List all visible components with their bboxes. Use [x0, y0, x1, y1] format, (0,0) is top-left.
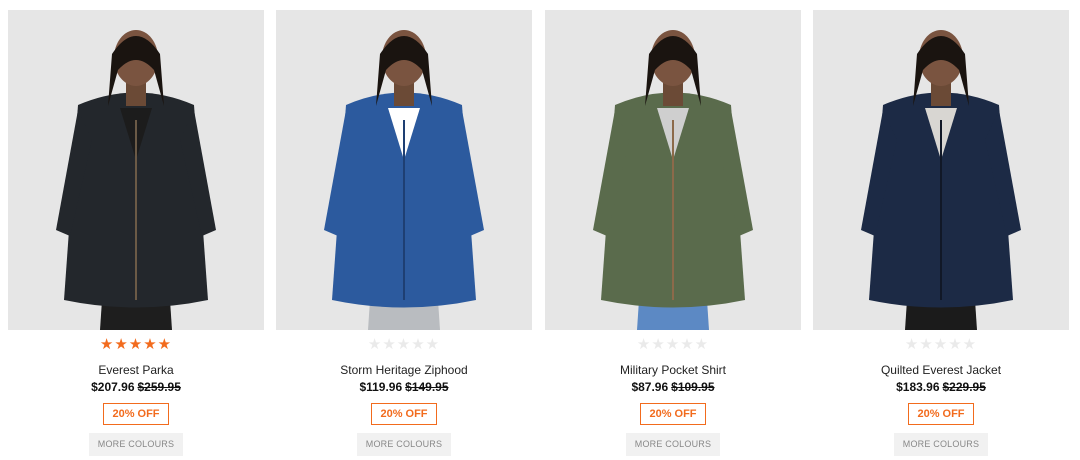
product-name[interactable]: Everest Parka	[8, 363, 264, 377]
star-icon: ★	[382, 336, 397, 353]
sale-price: $207.96	[91, 380, 135, 394]
rating-stars: ★★★★★	[545, 337, 801, 353]
rating-stars: ★★★★★	[8, 337, 264, 353]
discount-badge: 20% OFF	[908, 403, 974, 425]
product-image[interactable]	[545, 10, 801, 330]
rating-stars: ★★★★★	[276, 337, 532, 353]
product-price: $119.96 $149.95	[276, 380, 532, 394]
product-name[interactable]: Storm Heritage Ziphood	[276, 363, 532, 377]
product-price: $183.96 $229.95	[813, 380, 1069, 394]
more-colours-button[interactable]: MORE COLOURS	[625, 433, 721, 456]
product-name[interactable]: Military Pocket Shirt	[545, 363, 801, 377]
product-card[interactable]: ★★★★★ Storm Heritage Ziphood $119.96 $149…	[276, 10, 532, 460]
model-illustration	[861, 30, 1021, 330]
product-image[interactable]	[813, 10, 1069, 330]
star-icon: ★	[425, 336, 441, 353]
product-card[interactable]: ★★★★★ Everest Parka $207.96 $259.95 20% O…	[8, 10, 264, 460]
star-icon: ★	[919, 336, 934, 353]
star-icon: ★	[99, 336, 115, 353]
product-card[interactable]: ★★★★★ Military Pocket Shirt $87.96 $109.9…	[545, 10, 801, 460]
discount-badge: 20% OFF	[640, 403, 706, 425]
more-colours-button[interactable]: MORE COLOURS	[356, 433, 452, 456]
sale-price: $119.96	[359, 380, 403, 394]
discount-badge: 20% OFF	[371, 403, 437, 425]
star-icon: ★	[665, 336, 681, 353]
star-icon: ★	[933, 336, 949, 353]
model-illustration	[56, 30, 216, 330]
star-icon: ★	[367, 336, 383, 353]
original-price: $259.95	[137, 380, 181, 394]
star-icon: ★	[411, 336, 426, 353]
star-icon: ★	[651, 336, 666, 353]
product-grid: ★★★★★ Everest Parka $207.96 $259.95 20% O…	[0, 0, 1080, 460]
rating-stars: ★★★★★	[813, 337, 1069, 353]
star-icon: ★	[157, 336, 173, 353]
star-icon: ★	[694, 336, 710, 353]
star-icon: ★	[636, 336, 652, 353]
product-price: $207.96 $259.95	[8, 380, 264, 394]
product-image[interactable]	[276, 10, 532, 330]
star-icon: ★	[680, 336, 695, 353]
star-icon: ★	[962, 336, 978, 353]
original-price: $149.95	[405, 380, 449, 394]
star-icon: ★	[396, 336, 412, 353]
discount-badge: 20% OFF	[103, 403, 169, 425]
star-icon: ★	[128, 336, 144, 353]
original-price: $229.95	[942, 380, 986, 394]
sale-price: $87.96	[631, 380, 669, 394]
original-price: $109.95	[671, 380, 715, 394]
star-icon: ★	[948, 336, 963, 353]
product-image[interactable]	[8, 10, 264, 330]
more-colours-button[interactable]: MORE COLOURS	[88, 433, 184, 456]
star-icon: ★	[143, 336, 158, 353]
star-icon: ★	[904, 336, 920, 353]
product-price: $87.96 $109.95	[545, 380, 801, 394]
star-icon: ★	[114, 336, 129, 353]
sale-price: $183.96	[896, 380, 940, 394]
product-name[interactable]: Quilted Everest Jacket	[813, 363, 1069, 377]
model-illustration	[593, 30, 753, 330]
product-card[interactable]: ★★★★★ Quilted Everest Jacket $183.96 $229…	[813, 10, 1069, 460]
more-colours-button[interactable]: MORE COLOURS	[893, 433, 989, 456]
model-illustration	[324, 30, 484, 330]
